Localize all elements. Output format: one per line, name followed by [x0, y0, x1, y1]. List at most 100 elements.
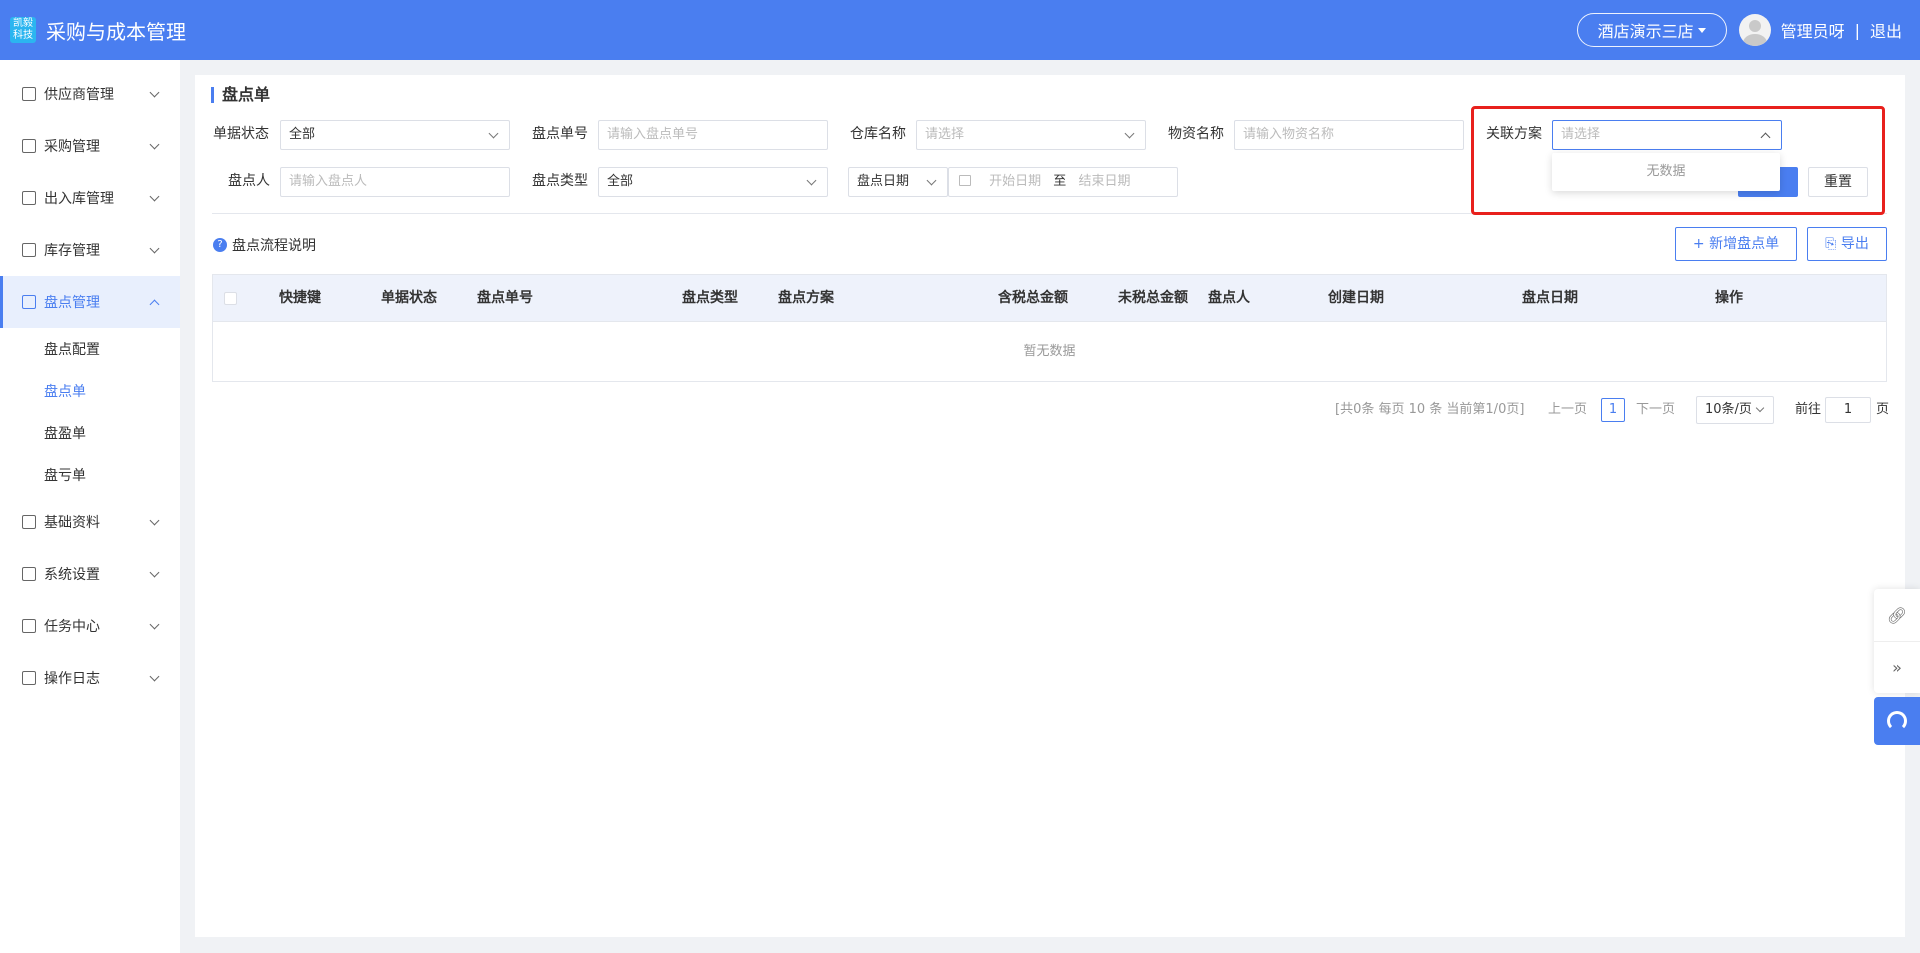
sidebar-subitem-loss[interactable]: 盘亏单 [0, 454, 180, 496]
column-header: 盘点日期 [1522, 290, 1578, 306]
header-separator: | [1854, 20, 1860, 40]
column-header: 未税总金额 [1118, 290, 1188, 306]
column-header: 创建日期 [1328, 290, 1384, 306]
purchase-icon [22, 139, 36, 153]
chevron-down-icon [1755, 403, 1765, 413]
person-input[interactable]: 请输入盘点人 [280, 167, 510, 197]
date-range-picker[interactable]: 开始日期 至 结束日期 [948, 167, 1178, 197]
company-logo: 凯毅 科技 [10, 17, 36, 43]
user-name[interactable]: 管理员呀 [1781, 18, 1845, 42]
app-title: 采购与成本管理 [46, 19, 186, 44]
goto-page-input[interactable]: 1 [1825, 397, 1871, 423]
chevron-down-icon [488, 128, 499, 139]
type-select-value: 全部 [607, 174, 634, 189]
next-page-button[interactable]: 下一页 [1636, 397, 1675, 423]
settings-icon [22, 567, 36, 581]
main-panel: 盘点单 单据状态 全部 盘点单号 请输入盘点单号 仓库名称 请选择 物资名称 请… [195, 75, 1905, 937]
float-toolbar: 🔗︎ » [1874, 589, 1920, 693]
column-header: 盘点单号 [477, 290, 533, 306]
chevron-down-icon [149, 567, 160, 578]
logo-text-top: 凯毅 [13, 18, 33, 29]
supplier-icon [22, 87, 36, 101]
sidebar-item-purchase[interactable]: 采购管理 [0, 120, 180, 172]
range-separator: 至 [1053, 174, 1067, 189]
warehouse-select[interactable]: 请选择 [916, 120, 1146, 150]
add-button-label: 新增盘点单 [1709, 236, 1780, 252]
sidebar-item-inventory[interactable]: 库存管理 [0, 224, 180, 276]
page-unit: 页 [1876, 402, 1890, 417]
order-no-input[interactable]: 请输入盘点单号 [598, 120, 828, 150]
sidebar-subitem-surplus[interactable]: 盘盈单 [0, 412, 180, 454]
type-select[interactable]: 全部 [598, 167, 828, 197]
store-name: 酒店演示三店 [1597, 22, 1694, 41]
sidebar-item-task[interactable]: 任务中心 [0, 600, 180, 652]
status-select[interactable]: 全部 [280, 120, 510, 150]
page-number-current[interactable]: 1 [1601, 398, 1625, 422]
type-label: 盘点类型 [532, 173, 588, 189]
sidebar-item-label: 操作日志 [44, 671, 100, 687]
column-header: 盘点方案 [778, 290, 834, 306]
sidebar-subitem-stocktake-order[interactable]: 盘点单 [0, 370, 180, 412]
customer-service-button[interactable] [1874, 697, 1920, 745]
basic-data-icon [22, 515, 36, 529]
sidebar-item-label: 任务中心 [44, 619, 100, 635]
store-switcher[interactable]: 酒店演示三店 [1576, 13, 1727, 47]
sidebar-item-label: 盘点管理 [44, 295, 100, 311]
page-title: 盘点单 [211, 87, 270, 103]
scheme-placeholder: 请选择 [1561, 127, 1601, 142]
chevron-down-icon [149, 87, 160, 98]
sidebar-item-basic-data[interactable]: 基础资料 [0, 496, 180, 548]
chevron-up-icon [149, 299, 160, 310]
export-icon: ⎘ [1825, 236, 1837, 252]
chevron-down-icon [149, 243, 160, 254]
sidebar-item-stocktake[interactable]: 盘点管理 [0, 276, 180, 328]
table-header: 快捷键 单据状态 盘点单号 盘点类型 盘点方案 含税总金额 未税总金额 盘点人 … [213, 275, 1886, 322]
help-text: 盘点流程说明 [232, 238, 316, 254]
sidebar-subitem-config[interactable]: 盘点配置 [0, 328, 180, 370]
scheme-select[interactable]: 请选择 [1552, 120, 1782, 150]
export-button[interactable]: ⎘ 导出 [1807, 227, 1887, 261]
chevron-down-icon [149, 619, 160, 630]
column-header: 盘点人 [1208, 290, 1250, 306]
inout-icon [22, 191, 36, 205]
link-icon[interactable]: 🔗︎ [1874, 589, 1920, 641]
warehouse-label: 仓库名称 [850, 126, 906, 142]
chevron-down-icon [149, 139, 160, 150]
sidebar-item-settings[interactable]: 系统设置 [0, 548, 180, 600]
reset-button[interactable]: 重置 [1808, 167, 1868, 197]
sidebar-item-inout[interactable]: 出入库管理 [0, 172, 180, 224]
sidebar-item-label: 出入库管理 [44, 191, 114, 207]
column-header: 盘点类型 [682, 290, 738, 306]
help-link[interactable]: ? 盘点流程说明 [213, 235, 316, 255]
select-all-checkbox[interactable] [224, 292, 237, 305]
log-icon [22, 671, 36, 685]
material-input[interactable]: 请输入物资名称 [1234, 120, 1464, 150]
sidebar: 供应商管理 采购管理 出入库管理 库存管理 盘点管理 盘点配置 盘点单 盘盈单 … [0, 60, 180, 953]
page-size-value: 10条/页 [1705, 402, 1752, 417]
add-stocktake-button[interactable]: + 新增盘点单 [1675, 227, 1797, 261]
double-chevron-right-icon[interactable]: » [1874, 641, 1920, 693]
page-size-select[interactable]: 10条/页 [1696, 396, 1774, 424]
sidebar-item-supplier[interactable]: 供应商管理 [0, 68, 180, 120]
logout-link[interactable]: 退出 [1870, 18, 1902, 42]
column-header: 快捷键 [279, 290, 321, 306]
warehouse-placeholder: 请选择 [925, 127, 965, 142]
column-header: 单据状态 [381, 290, 437, 306]
prev-page-button[interactable]: 上一页 [1548, 397, 1587, 423]
material-label: 物资名称 [1168, 126, 1224, 142]
sidebar-item-label: 系统设置 [44, 567, 100, 583]
date-type-value: 盘点日期 [857, 174, 910, 189]
sidebar-item-log[interactable]: 操作日志 [0, 652, 180, 704]
chevron-down-icon [149, 191, 160, 202]
column-header: 含税总金额 [998, 290, 1068, 306]
sidebar-item-label: 采购管理 [44, 139, 100, 155]
status-select-value: 全部 [289, 127, 316, 142]
order-no-label: 盘点单号 [532, 126, 588, 142]
avatar[interactable] [1738, 14, 1771, 46]
chevron-down-icon [149, 671, 160, 682]
scheme-dropdown: 无数据 [1552, 153, 1780, 191]
sidebar-item-label: 供应商管理 [44, 87, 114, 103]
date-type-select[interactable]: 盘点日期 [848, 167, 948, 197]
table-empty-text: 暂无数据 [1023, 344, 1076, 359]
chevron-down-icon [806, 175, 817, 186]
